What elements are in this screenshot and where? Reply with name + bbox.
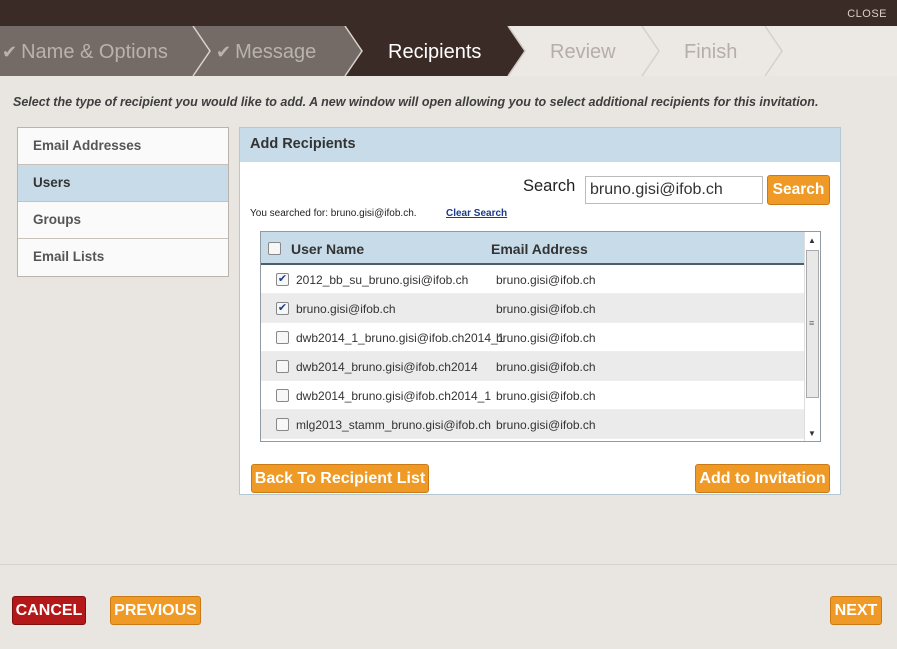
step-divider-4	[641, 26, 660, 76]
type-groups[interactable]: Groups	[18, 202, 228, 239]
table-row[interactable]: dwb2014_1_bruno.gisi@ifob.ch2014_1 bruno.…	[261, 323, 804, 352]
step-message[interactable]: ✔ Message	[216, 26, 316, 76]
email-address-cell: bruno.gisi@ifob.ch	[496, 331, 596, 345]
row-checkbox[interactable]: ✔	[276, 302, 289, 315]
user-name-cell: dwb2014_bruno.gisi@ifob.ch2014_1	[296, 389, 491, 403]
email-address-cell: bruno.gisi@ifob.ch	[496, 360, 596, 374]
vertical-scrollbar[interactable]: ▲ ≡ ▼	[804, 232, 820, 441]
search-label: Search	[523, 177, 576, 195]
user-name-cell: dwb2014_bruno.gisi@ifob.ch2014	[296, 360, 478, 374]
top-bar: CLOSE	[0, 0, 897, 26]
row-checkbox[interactable]	[276, 418, 289, 431]
step-name-options[interactable]: ✔ Name & Options	[2, 26, 168, 76]
step-review[interactable]: Review	[550, 26, 616, 76]
checkmark-icon: ✔	[277, 302, 288, 314]
step-finish[interactable]: Finish	[684, 26, 737, 76]
close-link[interactable]: CLOSE	[847, 8, 887, 20]
checkmark-icon: ✔	[2, 42, 18, 62]
type-email-lists[interactable]: Email Lists	[18, 239, 228, 276]
search-button[interactable]: Search	[767, 175, 830, 205]
step-recipients[interactable]: Recipients	[388, 26, 481, 76]
recipient-type-list: Email Addresses Users Groups Email Lists	[17, 127, 229, 277]
column-email-address: Email Address	[491, 241, 588, 257]
scroll-thumb[interactable]: ≡	[806, 250, 819, 398]
user-name-cell: dwb2014_1_bruno.gisi@ifob.ch2014_1	[296, 331, 505, 345]
user-name-cell: 2012_bb_su_bruno.gisi@ifob.ch	[296, 273, 469, 287]
checkmark-icon: ✔	[216, 42, 232, 62]
row-checkbox[interactable]	[276, 331, 289, 344]
table-row[interactable]: ✔ 2012_bb_su_bruno.gisi@ifob.ch bruno.gisi…	[261, 265, 804, 294]
type-email-addresses[interactable]: Email Addresses	[18, 128, 228, 165]
wizard-steps: ✔ Name & Options ✔ Message Recipients Revi…	[0, 26, 897, 76]
table-row[interactable]: dwb2014_bruno.gisi@ifob.ch2014 bruno.gisi…	[261, 352, 804, 381]
step-label: Message	[235, 41, 317, 63]
type-users[interactable]: Users	[18, 165, 228, 202]
users-table: User Name Email Address ✔ 2012_bb_su_brun…	[260, 231, 821, 442]
scroll-up-arrow-icon[interactable]: ▲	[808, 236, 816, 245]
cancel-button[interactable]: CANCEL	[12, 596, 86, 625]
step-label: Review	[550, 41, 616, 63]
step-label: Name & Options	[21, 41, 168, 63]
step-label: Recipients	[388, 41, 482, 63]
select-all-checkbox[interactable]	[268, 242, 281, 255]
table-rows: ✔ 2012_bb_su_bruno.gisi@ifob.ch bruno.gisi…	[261, 265, 804, 439]
checkmark-icon: ✔	[277, 273, 288, 285]
table-header: User Name Email Address	[261, 232, 804, 265]
searched-for-text: You searched for: bruno.gisi@ifob.ch.	[250, 208, 417, 219]
column-user-name: User Name	[291, 241, 365, 257]
email-address-cell: bruno.gisi@ifob.ch	[496, 302, 596, 316]
add-recipients-panel: Add Recipients Search Search You searche…	[239, 127, 841, 495]
table-row[interactable]: mlg2013_stamm_bruno.gisi@ifob.ch bruno.gi…	[261, 410, 804, 439]
add-to-invitation-button[interactable]: Add to Invitation	[695, 464, 830, 493]
row-checkbox[interactable]	[276, 360, 289, 373]
search-input[interactable]	[585, 176, 763, 204]
instructions-text: Select the type of recipient you would l…	[13, 95, 819, 109]
footer-divider	[0, 564, 897, 565]
next-button[interactable]: NEXT	[830, 596, 882, 625]
step-label: Finish	[684, 41, 738, 63]
email-address-cell: bruno.gisi@ifob.ch	[496, 273, 596, 287]
email-address-cell: bruno.gisi@ifob.ch	[496, 418, 596, 432]
table-row[interactable]: dwb2014_bruno.gisi@ifob.ch2014_1 bruno.gi…	[261, 381, 804, 410]
back-to-recipient-list-button[interactable]: Back To Recipient List	[251, 464, 429, 493]
scroll-grip-icon: ≡	[809, 318, 815, 328]
clear-search-link[interactable]: Clear Search	[446, 208, 507, 219]
row-checkbox[interactable]: ✔	[276, 273, 289, 286]
scroll-down-arrow-icon[interactable]: ▼	[808, 429, 816, 438]
step-divider-5	[764, 26, 783, 76]
table-row[interactable]: ✔ bruno.gisi@ifob.ch bruno.gisi@ifob.ch	[261, 294, 804, 323]
panel-title: Add Recipients	[240, 128, 840, 162]
row-checkbox[interactable]	[276, 389, 289, 402]
previous-button[interactable]: PREVIOUS	[110, 596, 201, 625]
email-address-cell: bruno.gisi@ifob.ch	[496, 389, 596, 403]
user-name-cell: mlg2013_stamm_bruno.gisi@ifob.ch	[296, 418, 491, 432]
user-name-cell: bruno.gisi@ifob.ch	[296, 302, 396, 316]
